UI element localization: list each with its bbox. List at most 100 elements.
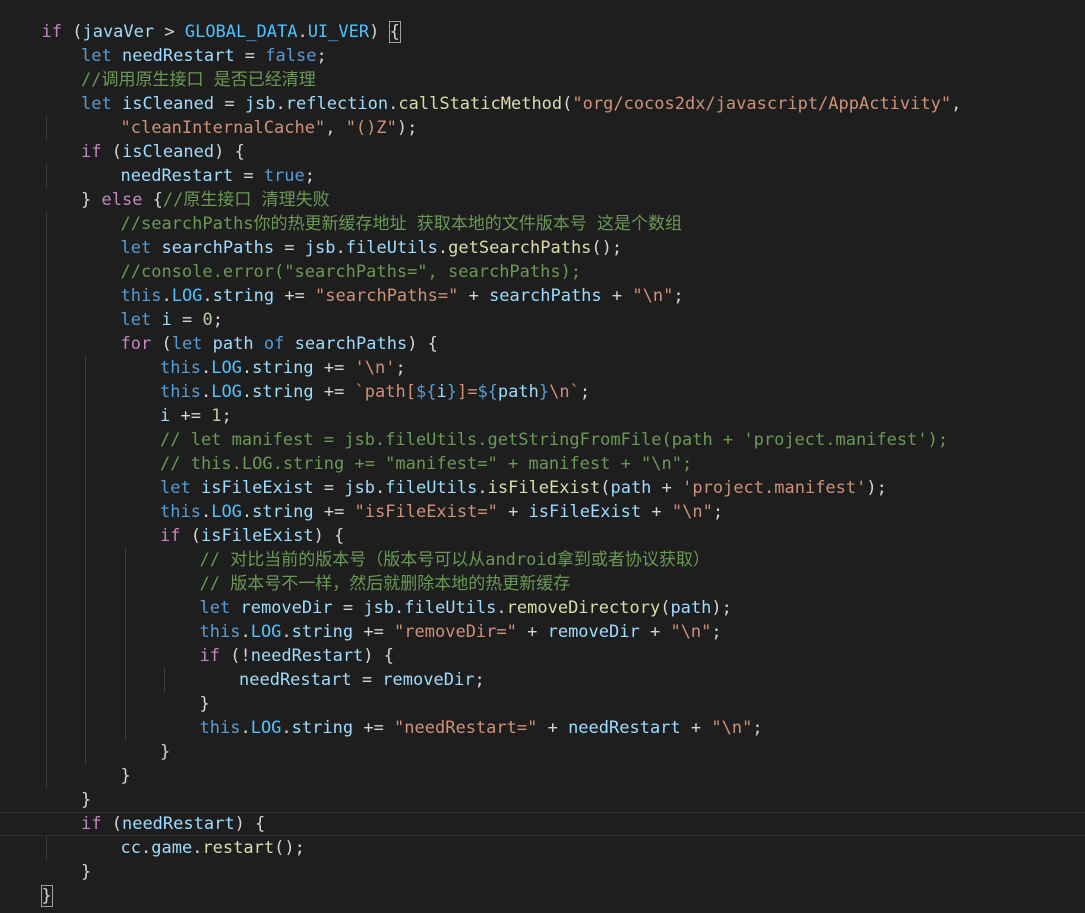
- code-text: }: [121, 764, 131, 788]
- code-token: i: [436, 382, 447, 402]
- code-token: =: [214, 94, 245, 114]
- code-line[interactable]: let isFileExist = jsb.fileUtils.isFileEx…: [0, 476, 1085, 500]
- code-text: this.LOG.string += "isFileExist=" + isFi…: [160, 500, 723, 524]
- code-token: "()Z": [345, 118, 397, 138]
- indent-guide: [124, 620, 126, 644]
- code-line[interactable]: this.LOG.string += `path[${i}]=${path}\n…: [0, 380, 1085, 404]
- code-token: jsb: [304, 238, 336, 258]
- code-token: isFileExist: [200, 478, 314, 498]
- code-token: // let manifest = jsb.fileUtils.getStrin…: [160, 430, 949, 450]
- code-token: (: [562, 94, 573, 114]
- code-text: i += 1;: [160, 404, 232, 428]
- code-line[interactable]: needRestart = removeDir;: [0, 668, 1085, 692]
- code-line[interactable]: let searchPaths = jsb.fileUtils.getSearc…: [0, 236, 1085, 260]
- code-token: .: [202, 286, 213, 306]
- code-line[interactable]: }: [0, 884, 1085, 908]
- code-line[interactable]: if (isFileExist) {: [0, 524, 1085, 548]
- indent-guide: [85, 716, 86, 740]
- code-token: needRestart: [239, 670, 352, 690]
- indent-guide: [45, 500, 47, 524]
- code-token: }: [81, 190, 102, 210]
- indent-guide: [45, 428, 47, 452]
- code-token: ();: [591, 238, 623, 258]
- code-token: {: [142, 190, 163, 210]
- code-token: let: [199, 598, 231, 618]
- code-line[interactable]: let removeDir = jsb.fileUtils.removeDire…: [0, 596, 1085, 620]
- code-line[interactable]: if (javaVer > GLOBAL_DATA.UI_VER) {: [0, 20, 1085, 44]
- code-token: "needRestart=": [394, 718, 538, 738]
- code-text: }: [200, 692, 210, 716]
- code-token: .: [437, 238, 449, 258]
- code-token: ;: [221, 406, 232, 426]
- indent-guide: [45, 236, 47, 260]
- code-line[interactable]: }: [0, 740, 1085, 764]
- code-token: =: [234, 46, 266, 66]
- code-token: GLOBAL_DATA: [184, 22, 298, 42]
- code-token: ;: [711, 622, 722, 642]
- code-line[interactable]: this.LOG.string += '\n';: [0, 356, 1085, 380]
- code-token: i: [160, 406, 171, 426]
- code-line[interactable]: }: [0, 764, 1085, 788]
- indent-guide: [85, 668, 86, 692]
- code-line[interactable]: }: [0, 692, 1085, 716]
- code-line[interactable]: this.LOG.string += "removeDir=" + remove…: [0, 620, 1085, 644]
- indent-guide: [85, 596, 86, 620]
- indent-guide: [85, 692, 86, 716]
- code-line[interactable]: }: [0, 788, 1085, 812]
- code-token: );: [396, 118, 418, 138]
- code-line[interactable]: } else {//原生接口 清理失败: [0, 188, 1085, 212]
- code-token: LOG: [211, 502, 242, 522]
- code-line[interactable]: this.LOG.string += "isFileExist=" + isFi…: [0, 500, 1085, 524]
- code-text: this.LOG.string += "searchPaths=" + sear…: [121, 284, 684, 308]
- code-line[interactable]: i += 1;: [0, 404, 1085, 428]
- code-token: i: [161, 310, 172, 330]
- indent-guide: [45, 164, 47, 188]
- code-line[interactable]: if (needRestart) {: [0, 812, 1085, 836]
- code-token: path: [610, 478, 652, 498]
- code-line[interactable]: // let manifest = jsb.fileUtils.getStrin…: [0, 428, 1085, 452]
- code-line[interactable]: if (isCleaned) {: [0, 140, 1085, 164]
- code-line[interactable]: //console.error("searchPaths=", searchPa…: [0, 260, 1085, 284]
- code-token: removeDir: [547, 622, 640, 642]
- code-text: this.LOG.string += `path[${i}]=${path}\n…: [160, 380, 590, 404]
- code-line[interactable]: // 对比当前的版本号（版本号可以从android拿到或者协议获取）: [0, 548, 1085, 572]
- code-line[interactable]: if (!needRestart) {: [0, 644, 1085, 668]
- code-line[interactable]: // 版本号不一样，然后就删除本地的热更新缓存: [0, 572, 1085, 596]
- code-line[interactable]: //searchPaths你的热更新缓存地址 获取本地的文件版本号 这是个数组: [0, 212, 1085, 236]
- code-line[interactable]: cc.game.restart();: [0, 836, 1085, 860]
- code-line[interactable]: //调用原生接口 是否已经清理: [0, 68, 1085, 92]
- code-line[interactable]: let isCleaned = jsb.reflection.callStati…: [0, 92, 1085, 116]
- code-line[interactable]: for (let path of searchPaths) {: [0, 332, 1085, 356]
- code-token: true: [263, 166, 305, 186]
- code-line[interactable]: }: [0, 860, 1085, 884]
- code-text: }: [81, 788, 91, 812]
- code-token: 'project.manifest': [682, 478, 867, 498]
- code-token: "\n": [632, 286, 674, 306]
- code-token: isFileExist: [528, 502, 642, 522]
- code-line[interactable]: let needRestart = false;: [0, 44, 1085, 68]
- code-token: removeDir: [382, 670, 475, 690]
- code-token: ,: [951, 94, 962, 114]
- code-text: // 对比当前的版本号（版本号可以从android拿到或者协议获取）: [200, 548, 710, 572]
- code-token: this: [160, 382, 201, 402]
- code-text: //调用原生接口 是否已经清理: [81, 68, 316, 92]
- code-token: +=: [353, 622, 395, 642]
- code-line[interactable]: "cleanInternalCache", "()Z");: [0, 116, 1085, 140]
- code-token: ;: [212, 310, 223, 330]
- code-line[interactable]: needRestart = true;: [0, 164, 1085, 188]
- code-line[interactable]: this.LOG.string += "needRestart=" + need…: [0, 716, 1085, 740]
- code-line[interactable]: let i = 0;: [0, 308, 1085, 332]
- code-token: =: [274, 238, 305, 258]
- code-token: searchPaths: [294, 334, 408, 354]
- code-token: .: [192, 838, 203, 858]
- indent-guide: [45, 668, 47, 692]
- indent-guide: [45, 332, 47, 356]
- code-editor[interactable]: if (javaVer > GLOBAL_DATA.UI_VER) {let n…: [0, 0, 1085, 913]
- code-token: +: [497, 502, 529, 522]
- code-token: 0: [202, 310, 213, 330]
- code-line[interactable]: this.LOG.string += "searchPaths=" + sear…: [0, 284, 1085, 308]
- code-token: (: [600, 478, 611, 498]
- code-line[interactable]: // this.LOG.string += "manifest=" + mani…: [0, 452, 1085, 476]
- code-text: }: [160, 740, 170, 764]
